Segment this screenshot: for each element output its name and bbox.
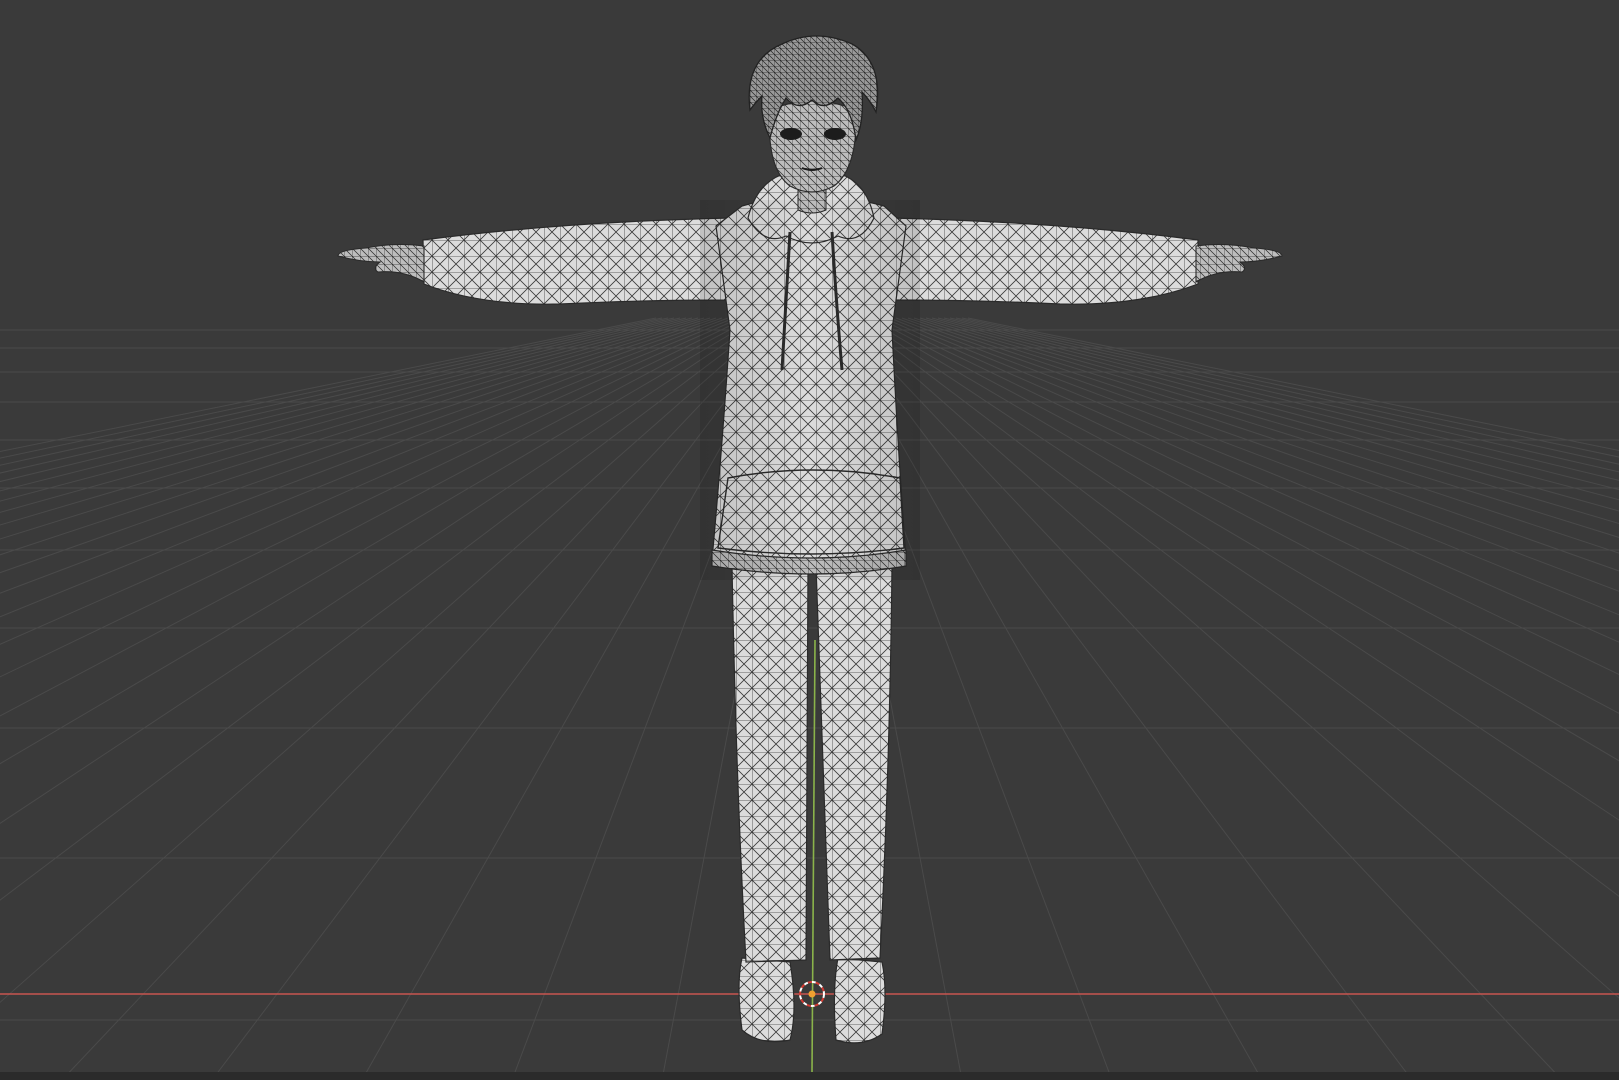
3d-viewport[interactable] [0,0,1619,1080]
left-eye [780,128,802,140]
viewport-bottom-edge [0,1072,1619,1080]
right-sneaker[interactable] [833,957,886,1044]
torso-shading [700,200,920,580]
right-eye [824,128,846,140]
left-sneaker[interactable] [738,957,795,1043]
right-pant-leg[interactable] [815,565,893,961]
left-pant-leg[interactable] [731,565,809,963]
viewport-canvas[interactable] [0,0,1619,1080]
